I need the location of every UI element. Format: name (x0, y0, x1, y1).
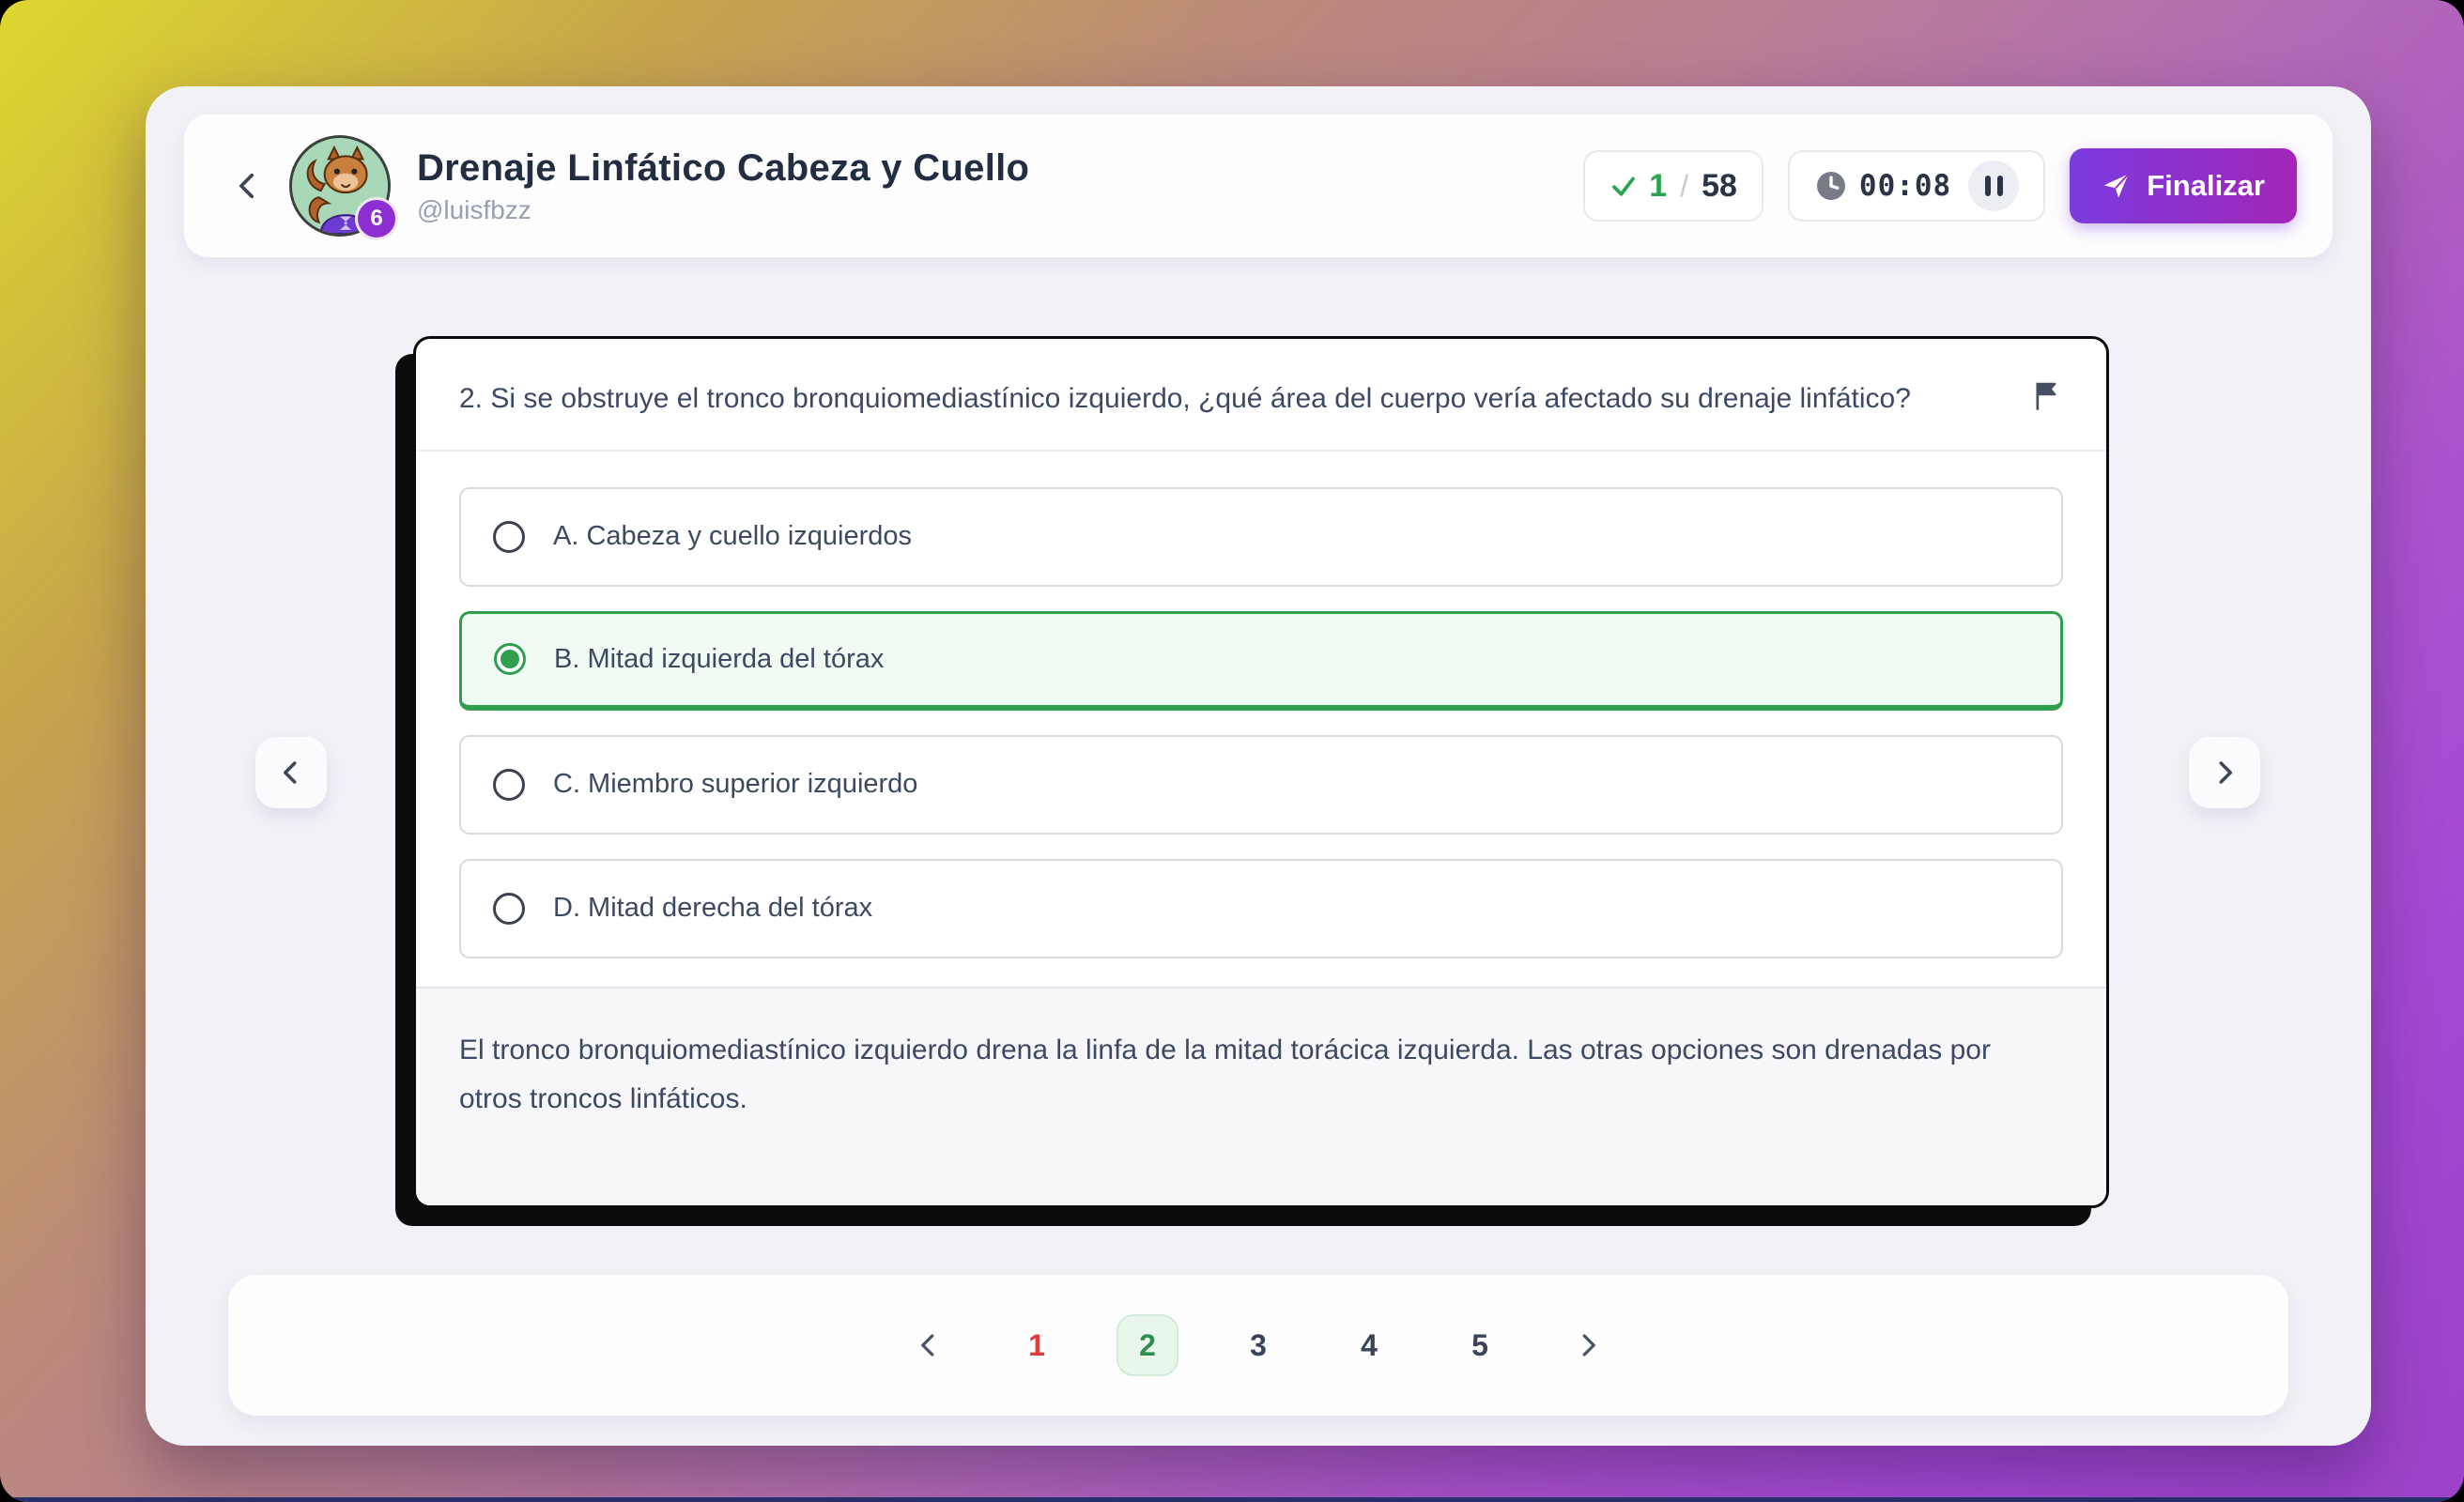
pagination-prev-button[interactable] (901, 1317, 957, 1373)
pagination-next-button[interactable] (1560, 1317, 1616, 1373)
header-right: 1 / 58 00:08 Finalizar (1583, 148, 2297, 223)
score-badge: 1 / 58 (1583, 150, 1763, 222)
options-list: A. Cabeza y cuello izquierdos B. Mitad i… (416, 452, 2106, 987)
finish-button[interactable]: Finalizar (2070, 148, 2297, 223)
chevron-right-icon (2210, 759, 2239, 787)
question-text: 2. Si se obstruye el tronco bronquiomedi… (459, 375, 1911, 423)
quiz-header: 6 Drenaje Linfático Cabeza y Cuello @lui… (184, 115, 2333, 257)
chevron-left-icon (277, 759, 305, 787)
page-button-3[interactable]: 3 (1227, 1314, 1289, 1376)
pagination-bar: 1 2 3 4 5 (228, 1275, 2288, 1416)
score-total: 58 (1702, 168, 1737, 205)
page-button-1[interactable]: 1 (1006, 1314, 1068, 1376)
back-button[interactable] (220, 158, 276, 214)
flag-icon (2029, 378, 2063, 414)
option-b-label: B. Mitad izquierda del tórax (554, 644, 884, 675)
send-icon (2102, 171, 2132, 201)
page-button-2-active[interactable]: 2 (1116, 1314, 1178, 1376)
chevron-left-icon (915, 1331, 943, 1359)
page-button-5[interactable]: 5 (1449, 1314, 1511, 1376)
chevron-left-icon (232, 170, 264, 202)
option-c[interactable]: C. Miembro superior izquierdo (459, 735, 2063, 835)
pause-icon (1985, 176, 1991, 196)
finish-button-label: Finalizar (2147, 169, 2265, 203)
check-icon (1609, 172, 1638, 200)
bottom-edge-strip (0, 1497, 2464, 1502)
radio-unselected-icon[interactable] (493, 521, 525, 553)
pause-button[interactable] (1968, 161, 2019, 211)
flag-button[interactable] (2029, 375, 2063, 423)
question-header: 2. Si se obstruye el tronco bronquiomedi… (416, 339, 2106, 452)
title-block: Drenaje Linfático Cabeza y Cuello @luisf… (417, 147, 1029, 225)
avatar: 6 (289, 135, 391, 237)
quiz-author-handle: @luisfbzz (417, 195, 1029, 225)
score-current: 1 (1649, 168, 1667, 205)
prev-question-button[interactable] (255, 737, 327, 808)
option-a[interactable]: A. Cabeza y cuello izquierdos (459, 487, 2063, 587)
option-b-selected[interactable]: B. Mitad izquierda del tórax (459, 611, 2063, 711)
quiz-screen: 6 Drenaje Linfático Cabeza y Cuello @lui… (0, 0, 2464, 1502)
timer-value: 00:08 (1859, 169, 1951, 203)
score-separator: / (1678, 169, 1690, 204)
option-d-label: D. Mitad derecha del tórax (553, 893, 872, 924)
radio-selected-icon[interactable] (494, 643, 526, 675)
option-a-label: A. Cabeza y cuello izquierdos (553, 521, 912, 552)
option-d[interactable]: D. Mitad derecha del tórax (459, 859, 2063, 958)
quiz-title: Drenaje Linfático Cabeza y Cuello (417, 147, 1029, 190)
explanation-text: El tronco bronquiomediastínico izquierdo… (459, 1026, 2037, 1125)
clock-icon (1814, 169, 1848, 203)
option-c-label: C. Miembro superior izquierdo (553, 769, 917, 800)
level-badge: 6 (355, 197, 398, 240)
radio-unselected-icon[interactable] (493, 893, 525, 925)
page-button-4[interactable]: 4 (1338, 1314, 1400, 1376)
radio-unselected-icon[interactable] (493, 769, 525, 801)
chevron-right-icon (1574, 1331, 1602, 1359)
question-card: 2. Si se obstruye el tronco bronquiomedi… (413, 336, 2109, 1208)
timer-badge: 00:08 (1788, 150, 2045, 222)
next-question-button[interactable] (2189, 737, 2260, 808)
app-card: 6 Drenaje Linfático Cabeza y Cuello @lui… (146, 86, 2371, 1446)
explanation-panel: El tronco bronquiomediastínico izquierdo… (416, 987, 2106, 1205)
